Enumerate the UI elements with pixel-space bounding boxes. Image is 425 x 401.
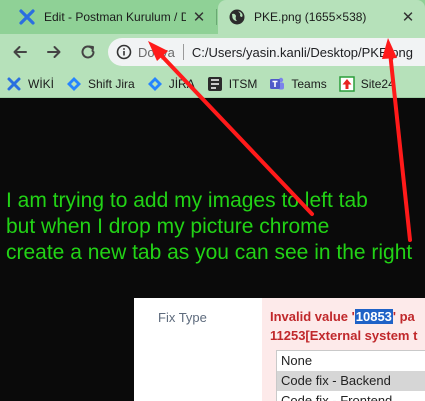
browser-toolbar: Dosya C:/Users/yasin.kanli/Desktop/PKE.p… — [0, 34, 425, 70]
error-message: Invalid value '10853' pa — [270, 309, 415, 324]
bookmarks-bar: WİKİ Shift Jira JİRA ITSM Teams Site24 — [0, 70, 425, 98]
tab-strip: Edit - Postman Kurulum / D ✕ PKE.png (16… — [0, 0, 425, 34]
bookmark-shift-jira[interactable]: Shift Jira — [60, 72, 141, 96]
blue-x-icon — [7, 77, 21, 90]
itsm-icon — [207, 76, 222, 91]
jira-diamond-icon — [67, 76, 81, 91]
tab-postman-edit[interactable]: Edit - Postman Kurulum / D ✕ — [8, 0, 216, 34]
bookmark-teams[interactable]: Teams — [263, 72, 332, 96]
bookmark-label: Teams — [291, 76, 327, 91]
option-item: Code fix - Frontend — [281, 393, 393, 401]
error-message-line2: 11253[External system t — [270, 328, 418, 343]
error-value-highlight: 10853 — [354, 309, 393, 324]
postman-x-icon — [19, 9, 35, 25]
tab-title: Edit - Postman Kurulum / D — [44, 10, 186, 24]
option-item-selected: Code fix - Backend — [277, 371, 425, 391]
fix-type-label: Fix Type — [158, 310, 207, 325]
forward-arrow-icon — [47, 46, 61, 58]
bookmark-label: Shift Jira — [88, 76, 135, 91]
bookmark-wiki[interactable]: WİKİ — [0, 72, 60, 96]
url-text[interactable]: C:/Users/yasin.kanli/Desktop/PKE.png — [192, 45, 413, 60]
error-prefix: Invalid value ' — [270, 309, 355, 324]
reload-button[interactable] — [74, 38, 102, 66]
annotation-text: I am trying to add my images to left tab… — [6, 188, 425, 266]
annotation-line: I am trying to add my images to left tab — [6, 189, 368, 212]
bookmark-label: WİKİ — [28, 76, 54, 91]
error-suffix: ' pa — [392, 309, 415, 324]
site24-icon — [338, 75, 355, 92]
tab-pke-png[interactable]: PKE.png (1655×538) ✕ — [218, 0, 425, 34]
bookmark-itsm[interactable]: ITSM — [201, 72, 264, 96]
reload-icon — [81, 45, 95, 59]
bookmark-label: JİRA — [168, 76, 195, 91]
teams-icon — [270, 77, 285, 89]
back-arrow-icon — [13, 46, 27, 58]
jira-diamond-icon — [147, 76, 162, 91]
bookmark-site24[interactable]: Site24 — [333, 72, 401, 96]
bookmark-jira[interactable]: JİRA — [141, 72, 201, 96]
address-bar[interactable]: Dosya C:/Users/yasin.kanli/Desktop/PKE.p… — [108, 38, 425, 66]
back-button[interactable] — [6, 38, 34, 66]
info-icon[interactable] — [116, 44, 132, 60]
error-panel: Invalid value '10853' pa 11253[External … — [262, 298, 425, 401]
url-divider — [182, 44, 184, 60]
close-icon[interactable]: ✕ — [190, 8, 208, 26]
embedded-form-screenshot: Fix Type Invalid value '10853' pa 11253[… — [134, 298, 425, 401]
globe-icon — [229, 9, 245, 25]
bookmark-label: Site24 — [360, 76, 395, 91]
option-item: None — [281, 353, 313, 368]
forward-button[interactable] — [40, 38, 68, 66]
url-scheme-label: Dosya — [138, 44, 175, 60]
tab-divider — [216, 9, 217, 25]
tab-title: PKE.png (1655×538) — [254, 10, 367, 24]
annotation-line: create a new tab as you can see in the r… — [6, 241, 413, 264]
close-icon[interactable]: ✕ — [399, 8, 417, 26]
fix-type-options: None Code fix - Backend Code fix - Front… — [276, 350, 425, 401]
image-viewer: I am trying to add my images to left tab… — [0, 98, 425, 401]
bookmark-label: ITSM — [228, 76, 258, 91]
annotation-line: but when I drop my picture chrome — [6, 215, 330, 238]
